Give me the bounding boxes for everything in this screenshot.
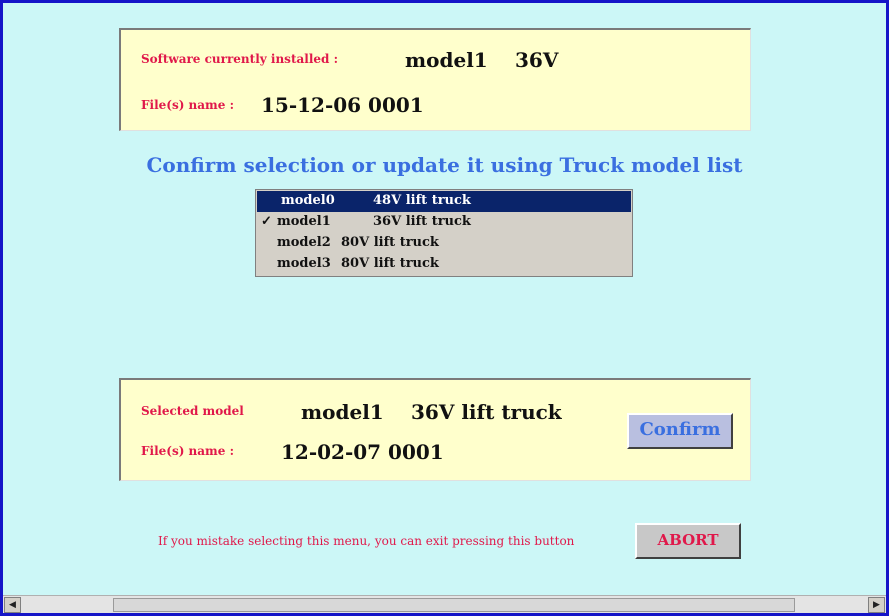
selected-model-desc: 36V lift truck xyxy=(411,400,562,424)
installed-model-value: model1 xyxy=(405,48,488,72)
installed-software-panel: Software currently installed : model1 36… xyxy=(119,28,751,131)
selected-files-label: File(s) name : xyxy=(141,444,234,458)
abort-button[interactable]: ABORT xyxy=(635,523,741,559)
model-list-item-desc: 80V lift truck xyxy=(341,256,439,271)
software-installed-label: Software currently installed : xyxy=(141,52,339,66)
selected-files-value: 12-02-07 0001 xyxy=(281,440,444,464)
model-list-item-desc: 48V lift truck xyxy=(373,193,471,208)
model-list-item-desc: 80V lift truck xyxy=(341,235,439,250)
selected-model-label: Selected model xyxy=(141,404,244,418)
abort-note: If you mistake selecting this menu, you … xyxy=(158,534,575,548)
installed-files-label: File(s) name : xyxy=(141,98,234,112)
truck-model-list[interactable]: model0 48V lift truck ✓ model1 36V lift … xyxy=(255,189,633,277)
model-list-item-model: model1 xyxy=(277,214,331,229)
model-list-item-model: model0 xyxy=(281,193,335,208)
model-list-item[interactable]: model3 80V lift truck xyxy=(257,254,631,275)
selected-model-value: model1 xyxy=(301,400,384,424)
model-list-item[interactable]: ✓ model1 36V lift truck xyxy=(257,212,631,233)
installed-voltage-value: 36V xyxy=(515,48,559,72)
installed-files-value: 15-12-06 0001 xyxy=(261,93,424,117)
model-list-item-model: model2 xyxy=(277,235,331,250)
model-list-item[interactable]: model0 48V lift truck xyxy=(257,191,631,212)
confirm-button[interactable]: Confirm xyxy=(627,413,733,449)
scroll-left-icon[interactable]: ◀ xyxy=(4,597,21,613)
scroll-right-icon[interactable]: ▶ xyxy=(868,597,885,613)
model-list-item[interactable]: model2 80V lift truck xyxy=(257,233,631,254)
horizontal-scrollbar[interactable]: ◀ ▶ xyxy=(3,595,886,613)
check-icon: ✓ xyxy=(261,214,272,229)
scrollbar-thumb[interactable] xyxy=(113,598,795,612)
page-heading: Confirm selection or update it using Tru… xyxy=(146,153,743,177)
model-list-item-model: model3 xyxy=(277,256,331,271)
app-window: Software currently installed : model1 36… xyxy=(0,0,889,616)
model-list-item-desc: 36V lift truck xyxy=(373,214,471,229)
